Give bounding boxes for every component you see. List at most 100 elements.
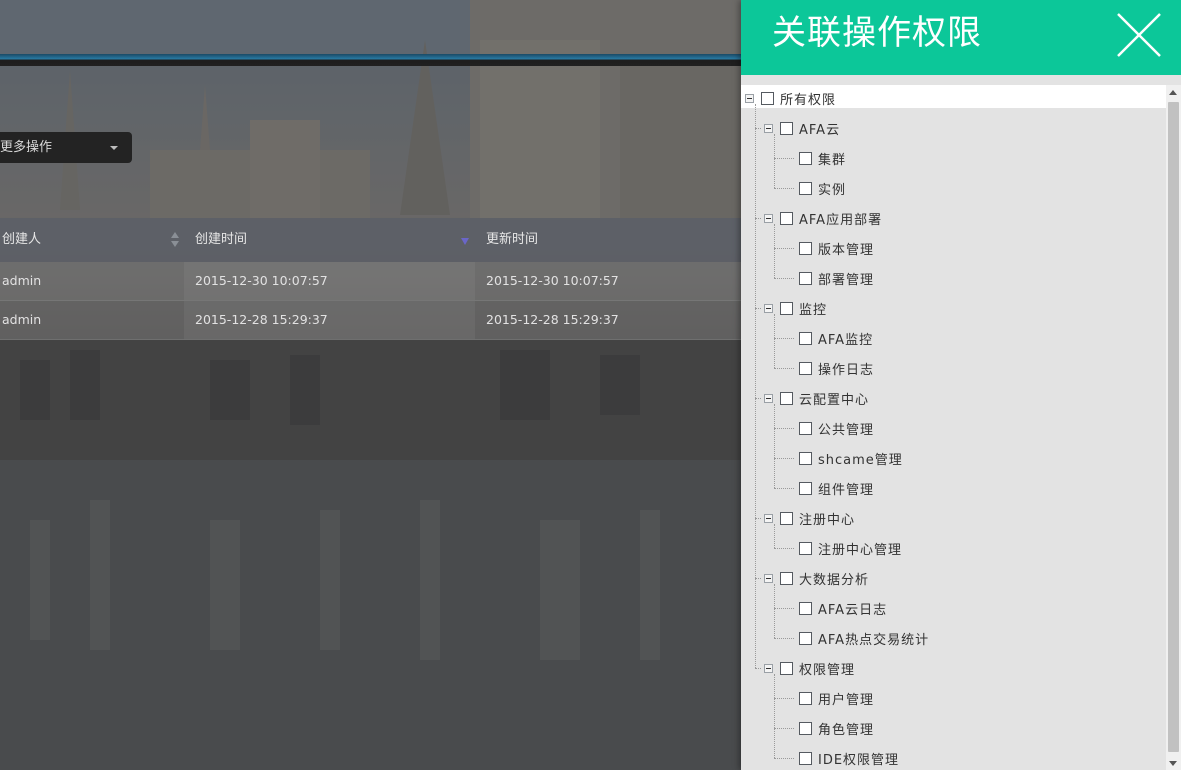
sort-icon[interactable] bbox=[171, 232, 179, 248]
cell-created-time: 2015-12-28 15:29:37 bbox=[184, 301, 475, 339]
tree-connector-line bbox=[774, 404, 775, 488]
tree-connector-line bbox=[774, 524, 775, 548]
column-header-label: 更新时间 bbox=[486, 232, 539, 247]
tree-node-item-0-0[interactable]: 集群 bbox=[799, 148, 846, 168]
tree-connector-line bbox=[774, 248, 794, 249]
collapse-toggle-icon[interactable] bbox=[764, 664, 773, 673]
panel-header: 关联操作权限 bbox=[741, 0, 1181, 75]
cell-created-time: 2015-12-30 10:07:57 bbox=[184, 262, 475, 300]
tree-node-group-0[interactable]: AFA云 bbox=[780, 118, 840, 138]
checkbox[interactable] bbox=[799, 691, 812, 705]
checkbox[interactable] bbox=[799, 751, 812, 765]
tree-scrollbar[interactable] bbox=[1166, 85, 1181, 770]
tree-node-group-5[interactable]: 大数据分析 bbox=[780, 568, 869, 588]
checkbox[interactable] bbox=[799, 241, 812, 255]
checkbox[interactable] bbox=[799, 331, 812, 345]
tree-connector-line bbox=[755, 578, 761, 579]
tree-connector-line bbox=[774, 278, 794, 279]
checkbox[interactable] bbox=[799, 481, 812, 495]
tree-connector-line bbox=[774, 458, 794, 459]
close-button[interactable] bbox=[1116, 12, 1162, 58]
tree-node-label: AFA热点交易统计 bbox=[818, 632, 930, 648]
collapse-toggle-icon[interactable] bbox=[764, 514, 773, 523]
column-header-updated-time[interactable]: 更新时间 bbox=[475, 218, 741, 262]
tree-node-item-3-0[interactable]: 公共管理 bbox=[799, 418, 874, 438]
scroll-thumb[interactable] bbox=[1168, 102, 1179, 752]
checkbox[interactable] bbox=[761, 91, 774, 105]
permission-panel: 关联操作权限 所有权限 AFA云集群实例 AFA应用部署版本管理部署管理监控 AFA监… bbox=[741, 0, 1181, 770]
checkbox[interactable] bbox=[799, 631, 812, 645]
checkbox[interactable] bbox=[780, 301, 793, 315]
tree-node-label: 注册中心 bbox=[799, 512, 856, 528]
tree-connector-line bbox=[774, 368, 794, 369]
close-x-icon bbox=[1117, 13, 1161, 57]
tree-node-group-6[interactable]: 权限管理 bbox=[780, 658, 855, 678]
checkbox[interactable] bbox=[780, 211, 793, 225]
tree-node-item-0-1[interactable]: 实例 bbox=[799, 178, 846, 198]
more-operations-dropdown[interactable]: 更多操作 bbox=[0, 132, 132, 163]
tree-node-item-6-0[interactable]: 用户管理 bbox=[799, 688, 874, 708]
table-row[interactable]: admin 2015-12-28 15:29:37 2015-12-28 15:… bbox=[0, 301, 741, 340]
tree-node-item-4-0[interactable]: 注册中心管理 bbox=[799, 538, 902, 558]
collapse-toggle-icon[interactable] bbox=[745, 94, 754, 103]
tree-node-item-2-1[interactable]: 操作日志 bbox=[799, 358, 874, 378]
tree-node-label: 公共管理 bbox=[818, 422, 875, 438]
table-row[interactable]: admin 2015-12-30 10:07:57 2015-12-30 10:… bbox=[0, 262, 741, 301]
tree-connector-line bbox=[774, 158, 794, 159]
checkbox[interactable] bbox=[799, 541, 812, 555]
collapse-toggle-icon[interactable] bbox=[764, 394, 773, 403]
checkbox[interactable] bbox=[799, 361, 812, 375]
tree-node-item-6-2[interactable]: IDE权限管理 bbox=[799, 748, 899, 768]
column-header-creator[interactable]: 创建人 bbox=[0, 218, 184, 262]
caret-down-icon bbox=[110, 146, 118, 150]
column-header-label: 创建时间 bbox=[195, 232, 248, 247]
tree-node-label: 角色管理 bbox=[818, 722, 875, 738]
tree-node-group-1[interactable]: AFA应用部署 bbox=[780, 208, 882, 228]
checkbox[interactable] bbox=[799, 721, 812, 735]
checkbox[interactable] bbox=[780, 121, 793, 135]
collapse-toggle-icon[interactable] bbox=[764, 124, 773, 133]
collapse-toggle-icon[interactable] bbox=[764, 214, 773, 223]
tree-node-item-2-0[interactable]: AFA监控 bbox=[799, 328, 873, 348]
collapse-toggle-icon[interactable] bbox=[764, 304, 773, 313]
tree-connector-line bbox=[755, 518, 761, 519]
cell-updated-time: 2015-12-28 15:29:37 bbox=[486, 312, 619, 327]
tree-node-group-3[interactable]: 云配置中心 bbox=[780, 388, 869, 408]
checkbox[interactable] bbox=[780, 571, 793, 585]
sort-descending-icon[interactable] bbox=[461, 238, 469, 245]
top-nav-bar bbox=[0, 54, 741, 66]
checkbox[interactable] bbox=[799, 601, 812, 615]
checkbox[interactable] bbox=[799, 421, 812, 435]
tree-node-item-3-1[interactable]: shcame管理 bbox=[799, 448, 903, 468]
tree-node-item-5-0[interactable]: AFA云日志 bbox=[799, 598, 887, 618]
tree-connector-line bbox=[774, 548, 794, 549]
scroll-up-arrow-icon[interactable] bbox=[1169, 90, 1177, 95]
tree-node-group-2[interactable]: 监控 bbox=[780, 298, 827, 318]
column-header-created-time[interactable]: 创建时间 bbox=[184, 218, 475, 262]
tree-connector-line bbox=[774, 428, 794, 429]
tree-connector-line bbox=[755, 104, 756, 668]
collapse-toggle-icon[interactable] bbox=[764, 574, 773, 583]
tree-node-label: AFA应用部署 bbox=[799, 212, 883, 228]
tree-connector-line bbox=[774, 584, 775, 638]
checkbox[interactable] bbox=[799, 181, 812, 195]
tree-node-item-5-1[interactable]: AFA热点交易统计 bbox=[799, 628, 929, 648]
checkbox[interactable] bbox=[780, 511, 793, 525]
table-header: 创建人 创建时间 更新时间 bbox=[0, 218, 741, 262]
tree-connector-line bbox=[755, 398, 761, 399]
tree-node-item-3-2[interactable]: 组件管理 bbox=[799, 478, 874, 498]
scroll-down-arrow-icon[interactable] bbox=[1169, 761, 1177, 766]
tree-connector-line bbox=[774, 134, 775, 188]
tree-connector-line bbox=[774, 338, 794, 339]
checkbox[interactable] bbox=[799, 151, 812, 165]
tree-node-item-1-1[interactable]: 部署管理 bbox=[799, 268, 874, 288]
tree-node-group-4[interactable]: 注册中心 bbox=[780, 508, 855, 528]
checkbox[interactable] bbox=[799, 451, 812, 465]
checkbox[interactable] bbox=[799, 271, 812, 285]
tree-node-root[interactable]: 所有权限 bbox=[761, 88, 836, 108]
tree-node-item-6-1[interactable]: 角色管理 bbox=[799, 718, 874, 738]
checkbox[interactable] bbox=[780, 661, 793, 675]
checkbox[interactable] bbox=[780, 391, 793, 405]
tree-node-item-1-0[interactable]: 版本管理 bbox=[799, 238, 874, 258]
tree-node-label: AFA监控 bbox=[818, 332, 874, 348]
